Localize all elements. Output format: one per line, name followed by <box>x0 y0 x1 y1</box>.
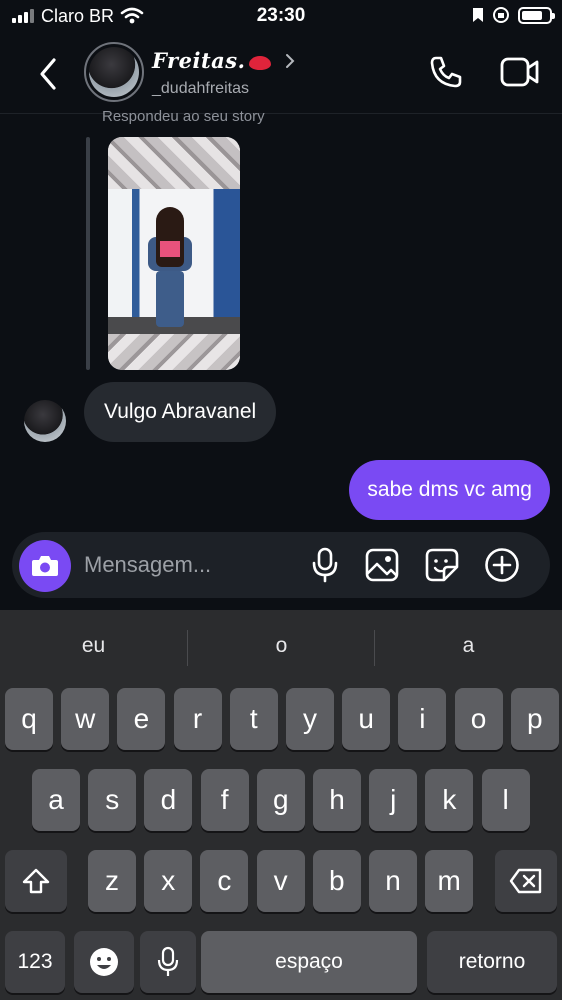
keyboard: eu o a q w e r t y u i o p a s d f g h j k l z x c v b n m 123 espa… <box>0 610 562 1000</box>
key-t[interactable]: t <box>229 688 278 750</box>
emoji-key[interactable] <box>74 931 134 993</box>
key-q[interactable]: q <box>5 688 53 750</box>
key-p[interactable]: p <box>510 688 559 750</box>
story-thumbnail[interactable] <box>108 137 240 370</box>
key-h[interactable]: h <box>313 769 361 831</box>
phone-icon[interactable] <box>428 54 464 90</box>
backspace-icon <box>509 868 542 894</box>
lips-emoji-icon <box>249 55 272 70</box>
profile-avatar[interactable] <box>84 42 144 102</box>
bookmark-icon <box>473 8 483 22</box>
status-bar: Claro BR 23:30 <box>0 0 562 32</box>
contact-name[interactable]: Freitas. <box>152 48 272 73</box>
plus-circle-icon[interactable] <box>484 547 520 583</box>
key-m[interactable]: m <box>425 850 474 912</box>
key-u[interactable]: u <box>342 688 391 750</box>
space-key[interactable]: espaço <box>201 931 417 993</box>
video-camera-icon[interactable] <box>500 56 540 88</box>
dictation-key[interactable] <box>140 931 196 993</box>
outgoing-message-bubble[interactable]: sabe dms vc amg <box>349 460 550 520</box>
microphone-icon <box>157 946 179 976</box>
key-e[interactable]: e <box>117 688 166 750</box>
key-x[interactable]: x <box>144 850 193 912</box>
suggestion-item[interactable]: eu <box>0 634 187 658</box>
story-person-image <box>148 207 192 327</box>
key-w[interactable]: w <box>61 688 110 750</box>
key-r[interactable]: r <box>173 688 222 750</box>
story-reply-label: Respondeu ao seu story <box>102 108 265 125</box>
suggestion-bar: eu o a <box>0 610 562 684</box>
key-g[interactable]: g <box>256 769 305 831</box>
key-y[interactable]: y <box>286 688 334 750</box>
key-b[interactable]: b <box>312 850 361 912</box>
key-o[interactable]: o <box>454 688 503 750</box>
key-l[interactable]: l <box>481 769 530 831</box>
shift-key[interactable] <box>5 850 67 912</box>
orientation-lock-icon <box>493 7 509 23</box>
camera-icon <box>32 556 58 576</box>
key-v[interactable]: v <box>256 850 305 912</box>
numbers-key[interactable]: 123 <box>5 931 65 993</box>
back-chevron-icon[interactable] <box>34 54 64 94</box>
key-j[interactable]: j <box>369 769 418 831</box>
incoming-message-bubble[interactable]: Vulgo Abravanel <box>84 382 277 442</box>
key-s[interactable]: s <box>88 769 137 831</box>
key-i[interactable]: i <box>398 688 447 750</box>
camera-button[interactable] <box>19 540 71 592</box>
return-key[interactable]: retorno <box>427 931 557 993</box>
shift-icon <box>22 868 50 894</box>
emoji-icon <box>90 948 118 976</box>
key-d[interactable]: d <box>144 769 193 831</box>
backspace-key[interactable] <box>495 850 557 912</box>
message-input[interactable]: Mensagem... <box>84 552 211 578</box>
image-icon[interactable] <box>364 547 400 583</box>
microphone-icon[interactable] <box>308 547 342 583</box>
suggestion-item[interactable]: o <box>188 634 375 658</box>
key-k[interactable]: k <box>425 769 474 831</box>
key-c[interactable]: c <box>200 850 249 912</box>
key-n[interactable]: n <box>369 850 417 912</box>
sender-avatar[interactable] <box>24 400 66 442</box>
key-z[interactable]: z <box>88 850 136 912</box>
message-composer: Mensagem... <box>12 532 550 598</box>
reply-indicator-bar <box>86 137 90 370</box>
chat-header: Freitas. _dudahfreitas <box>0 32 562 114</box>
key-f[interactable]: f <box>200 769 249 831</box>
contact-username[interactable]: _dudahfreitas <box>152 80 249 98</box>
key-a[interactable]: a <box>32 769 80 831</box>
sticker-icon[interactable] <box>424 547 460 583</box>
battery-icon <box>518 6 555 24</box>
suggestion-item[interactable]: a <box>375 634 562 658</box>
chevron-right-icon[interactable] <box>284 52 296 70</box>
